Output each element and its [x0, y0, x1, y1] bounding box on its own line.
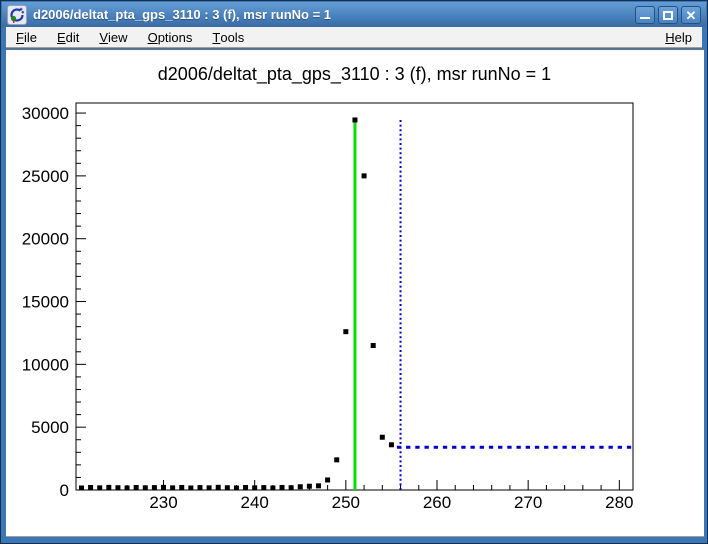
data-point — [170, 485, 175, 490]
data-point — [188, 485, 193, 490]
plot-title: d2006/deltat_pta_gps_3110 : 3 (f), msr r… — [158, 64, 551, 85]
data-point — [289, 485, 294, 490]
data-point — [371, 343, 376, 348]
menu-item-edit[interactable]: Edit — [47, 27, 89, 47]
menu-item-options[interactable]: Options — [138, 27, 203, 47]
y-tick-label: 30000 — [22, 104, 69, 123]
data-point — [125, 485, 130, 490]
data-point — [152, 485, 157, 490]
app-window: d2006/deltat_pta_gps_3110 : 3 (f), msr r… — [0, 0, 708, 544]
x-tick-label: 260 — [423, 493, 451, 512]
data-point — [216, 485, 221, 490]
menu-item-help[interactable]: Help — [655, 27, 702, 47]
data-point — [270, 485, 275, 490]
y-tick-label: 15000 — [22, 293, 69, 312]
y-tick-label: 5000 — [31, 418, 69, 437]
data-point — [280, 485, 285, 490]
menu-item-tools[interactable]: Tools — [202, 27, 254, 47]
data-point — [316, 483, 321, 488]
data-point — [161, 485, 166, 490]
data-point — [207, 485, 212, 490]
data-point — [143, 485, 148, 490]
y-tick-label: 25000 — [22, 167, 69, 186]
data-point — [197, 485, 202, 490]
data-point — [252, 485, 257, 490]
data-point — [298, 484, 303, 489]
window-title: d2006/deltat_pta_gps_3110 : 3 (f), msr r… — [33, 7, 331, 22]
close-icon: ✕ — [682, 7, 700, 23]
x-tick-label: 270 — [514, 493, 542, 512]
x-tick-label: 230 — [149, 493, 177, 512]
data-point — [79, 485, 84, 490]
root-app-icon — [7, 5, 27, 25]
data-point — [389, 442, 394, 447]
minimize-icon — [640, 17, 650, 19]
data-point — [97, 485, 102, 490]
data-point — [88, 485, 93, 490]
data-point — [115, 485, 120, 490]
titlebar[interactable]: d2006/deltat_pta_gps_3110 : 3 (f), msr r… — [2, 2, 706, 27]
maximize-icon — [663, 11, 673, 20]
y-tick-label: 10000 — [22, 355, 69, 374]
maximize-button[interactable] — [658, 6, 678, 24]
y-tick-label: 0 — [60, 481, 69, 500]
data-point — [325, 477, 330, 482]
data-point — [343, 329, 348, 334]
data-point — [106, 485, 111, 490]
x-tick-label: 250 — [332, 493, 360, 512]
data-point — [380, 435, 385, 440]
menu-item-file[interactable]: File — [6, 27, 47, 47]
window-buttons: ✕ — [635, 6, 701, 24]
x-tick-label: 280 — [605, 493, 633, 512]
data-point — [134, 485, 139, 490]
data-point — [307, 484, 312, 489]
y-tick-label: 20000 — [22, 230, 69, 249]
menu-item-view[interactable]: View — [89, 27, 137, 47]
plot: d2006/deltat_pta_gps_3110 : 3 (f), msr r… — [6, 50, 704, 538]
data-point — [362, 173, 367, 178]
root-canvas[interactable]: d2006/deltat_pta_gps_3110 : 3 (f), msr r… — [6, 49, 704, 537]
data-point — [352, 117, 357, 122]
data-point — [243, 485, 248, 490]
data-point — [225, 485, 230, 490]
data-point — [179, 485, 184, 490]
menu-bar: FileEditViewOptionsTools Help — [6, 27, 702, 48]
data-point — [234, 485, 239, 490]
close-button[interactable]: ✕ — [681, 6, 701, 24]
data-point — [261, 485, 266, 490]
x-tick-label: 240 — [240, 493, 268, 512]
minimize-button[interactable] — [635, 6, 655, 24]
data-point — [334, 457, 339, 462]
